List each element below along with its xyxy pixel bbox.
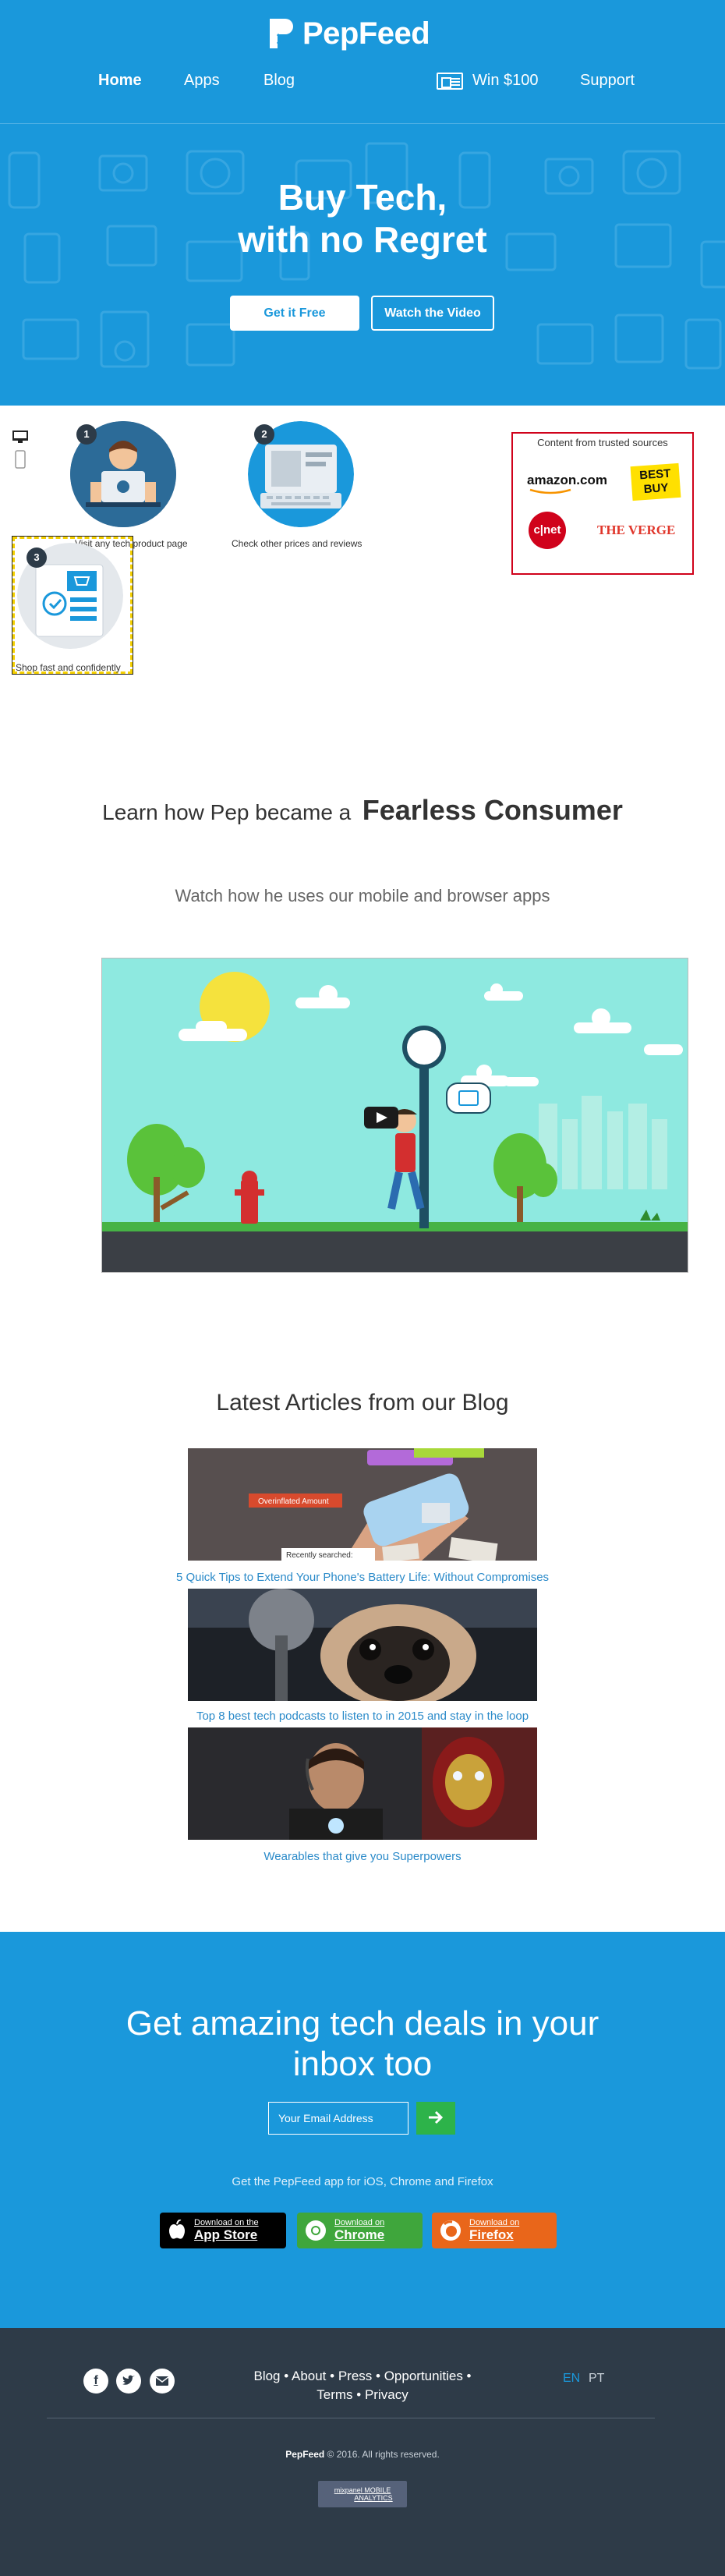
article-1-badge: Overinflated Amount: [258, 1497, 329, 1506]
learn-subtitle: Watch how he uses our mobile and browser…: [175, 886, 550, 905]
firefox-icon: [440, 2220, 461, 2241]
pep-video[interactable]: [101, 958, 688, 1273]
main-nav: Home Apps Blog Win $100 Support: [0, 66, 725, 97]
newsletter-title: Get amazing tech deals in your inbox too: [0, 2004, 725, 2085]
article-2-image[interactable]: [188, 1589, 537, 1701]
hero-title-line2: with no Regret: [238, 219, 487, 260]
footer-link-press[interactable]: Press: [338, 2369, 372, 2383]
article-3-link[interactable]: Wearables that give you Superpowers: [0, 1850, 725, 1863]
apps-text: Get the PepFeed app for iOS, Chrome and …: [232, 2175, 493, 2188]
nav-support[interactable]: Support: [580, 72, 635, 90]
blog-heading: Latest Articles from our Blog: [216, 1390, 509, 1416]
brand-logo[interactable]: PepFeed: [267, 14, 462, 53]
footer-link-privacy[interactable]: Privacy: [365, 2387, 408, 2402]
lang-en[interactable]: EN: [563, 2372, 580, 2386]
hero-title: Buy Tech, with no Regret: [0, 176, 725, 260]
hero-section: PepFeed Home Apps Blog Win $100 Support …: [0, 0, 725, 406]
copyright-brand: PepFeed: [285, 2449, 325, 2460]
footer-links: Blog • About • Press • Opportunities • T…: [253, 2369, 472, 2402]
step-1-number: 1: [76, 424, 97, 445]
newsletter-title-line2: inbox too: [292, 2045, 433, 2083]
nav-home[interactable]: Home: [98, 72, 142, 90]
article-1-link[interactable]: 5 Quick Tips to Extend Your Phone's Batt…: [0, 1571, 725, 1584]
arrow-right-icon: [429, 2110, 444, 2124]
ticket-icon: [437, 72, 463, 90]
facebook-icon[interactable]: f: [83, 2369, 108, 2394]
firefox-store-button[interactable]: Download on Firefox: [432, 2213, 557, 2248]
chrome-store-button[interactable]: Download on Chrome: [297, 2213, 423, 2248]
step-2-number: 2: [254, 424, 274, 445]
footer-link-opportunities[interactable]: Opportunities: [384, 2369, 463, 2383]
brand-name: PepFeed: [302, 16, 430, 51]
apple-icon: [169, 2220, 185, 2239]
email-input[interactable]: [268, 2102, 408, 2135]
cnet-logo: c|net: [529, 512, 566, 549]
app-store-button[interactable]: Download on the App Store: [160, 2213, 286, 2248]
nav-blog[interactable]: Blog: [263, 72, 295, 90]
footer: f Blog • About • Press • Opportunities •…: [0, 2328, 725, 2576]
nav-apps[interactable]: Apps: [184, 72, 220, 90]
hero-title-line1: Buy Tech,: [278, 177, 447, 218]
video-scene: [102, 958, 688, 1272]
the-verge-logo: THE VERGE: [597, 523, 676, 537]
learn-heading-part1: Learn how Pep became a: [102, 800, 352, 824]
article-3-image[interactable]: [188, 1727, 537, 1840]
nav-win-label: Win $100: [472, 72, 539, 89]
trusted-sources-box: Content from trusted sources amazon.com …: [511, 432, 694, 575]
nav-win[interactable]: Win $100: [437, 72, 539, 90]
bestbuy-logo: BEST BUY: [630, 462, 681, 501]
twitter-icon[interactable]: [116, 2369, 141, 2394]
learn-heading: Learn how Pep became a Fearless Consumer: [0, 794, 725, 827]
newsletter-title-line1: Get amazing tech deals in your: [126, 2004, 599, 2043]
watch-video-button[interactable]: Watch the Video: [371, 296, 494, 331]
email-submit-button[interactable]: [416, 2102, 455, 2135]
footer-link-blog[interactable]: Blog: [253, 2369, 280, 2383]
amazon-logo: amazon.com: [527, 473, 607, 494]
hero-background-pattern: [8, 142, 725, 370]
copyright-text: © 2016. All rights reserved.: [327, 2449, 440, 2460]
newsletter-section: Get amazing tech deals in your inbox too…: [0, 1932, 725, 2328]
article-1-caption: Recently searched:: [286, 1551, 353, 1560]
get-it-free-button[interactable]: Get it Free: [230, 296, 359, 331]
chrome-icon: [306, 2220, 326, 2241]
step-2-label: Check other prices and reviews: [232, 538, 362, 549]
footer-link-about[interactable]: About: [292, 2369, 326, 2383]
trusted-sources-title: Content from trusted sources: [537, 437, 668, 448]
email-icon[interactable]: [150, 2369, 175, 2394]
step-3-number: 3: [27, 547, 47, 568]
copyright: PepFeed © 2016. All rights reserved.: [0, 2449, 725, 2460]
article-2-link[interactable]: Top 8 best tech podcasts to listen to in…: [0, 1710, 725, 1723]
footer-link-terms[interactable]: Terms: [317, 2387, 352, 2402]
mixpanel-badge[interactable]: mixpanel MOBILE ANALYTICS: [318, 2481, 407, 2507]
learn-heading-part2: Fearless Consumer: [362, 794, 623, 826]
pepfeed-logo-icon: [270, 19, 293, 48]
lang-pt[interactable]: PT: [589, 2372, 604, 2386]
article-1-image[interactable]: Overinflated Amount Recently searched:: [188, 1448, 537, 1561]
step-3-label: Shop fast and confidently: [16, 662, 121, 673]
device-icons: [12, 431, 28, 469]
hero-divider: [0, 123, 725, 124]
